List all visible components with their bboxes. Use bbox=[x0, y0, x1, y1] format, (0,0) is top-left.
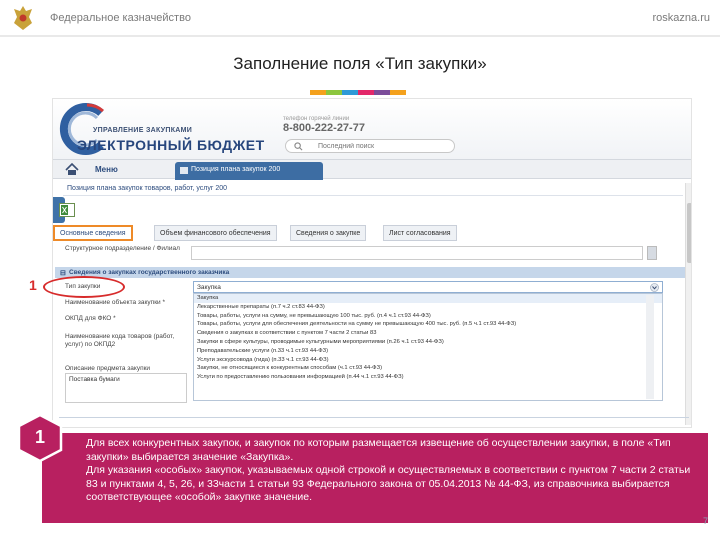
tab-approval-sheet[interactable]: Лист согласования bbox=[383, 225, 457, 241]
note-line-1: Для всех конкурентных закупок, и закупок… bbox=[86, 437, 671, 463]
tab-financial-volume[interactable]: Объем финансового обеспечения bbox=[154, 225, 277, 241]
app-header: УПРАВЛЕНИЕ ЗАКУПКАМИ ЭЛЕКТРОННЫЙ БЮДЖЕТ … bbox=[53, 99, 691, 159]
collapse-icon[interactable]: ⊟ bbox=[60, 269, 66, 277]
page-scrollbar-thumb[interactable] bbox=[687, 203, 691, 263]
color-strip-segment bbox=[342, 90, 358, 95]
description-textarea[interactable]: Поставка бумаги bbox=[65, 373, 187, 403]
page-number: 7 bbox=[702, 516, 708, 526]
open-document-tab[interactable]: Позиция плана закупок 200 bbox=[175, 162, 323, 180]
description-label: Описание предмета закупки bbox=[65, 365, 151, 372]
brand-subtitle: УПРАВЛЕНИЕ ЗАКУПКАМИ bbox=[93, 127, 193, 134]
site-url[interactable]: roskazna.ru bbox=[653, 12, 710, 24]
open-document-tab-label: Позиция плана закупок 200 bbox=[191, 166, 281, 173]
color-strip-segment bbox=[374, 90, 390, 95]
color-strip-segment bbox=[390, 90, 406, 95]
color-strip-segment bbox=[326, 90, 342, 95]
color-strip-segment bbox=[310, 90, 326, 95]
header-divider bbox=[0, 35, 720, 37]
form-bottom-divider bbox=[59, 417, 689, 418]
note-line-2: Для указания «особых» закупок, указываем… bbox=[86, 464, 691, 503]
document-tab-icon bbox=[180, 167, 188, 174]
menu-button[interactable]: Меню bbox=[95, 165, 118, 174]
search-icon[interactable] bbox=[294, 142, 303, 151]
slide-header: Федеральное казначейство roskazna.ru bbox=[0, 0, 720, 38]
app-screenshot: УПРАВЛЕНИЕ ЗАКУПКАМИ ЭЛЕКТРОННЫЙ БЮДЖЕТ … bbox=[52, 98, 692, 428]
object-name-label: Наименование объекта закупки * bbox=[65, 299, 165, 306]
structure-unit-clear-button[interactable] bbox=[647, 246, 657, 260]
slide-title: Заполнение поля «Тип закупки» bbox=[233, 54, 487, 73]
callout-ellipse bbox=[43, 276, 125, 298]
dropdown-scrollbar[interactable] bbox=[646, 295, 654, 399]
section-header[interactable]: ⊟ Сведения о закупках государственного з… bbox=[55, 267, 691, 278]
plan-code-label: Наименование кода товаров (работ, услуг)… bbox=[65, 333, 175, 348]
emblem-icon bbox=[14, 6, 32, 30]
color-strip-segment bbox=[358, 90, 374, 95]
dropdown-option[interactable]: Услуги экскурсовода (гида) (п.33 ч.1 ст.… bbox=[194, 356, 662, 365]
color-strip bbox=[310, 90, 406, 95]
dropdown-option[interactable]: Товары, работы, услуги для обеспечения д… bbox=[194, 320, 662, 329]
document-title: Позиция плана закупок товаров, работ, ус… bbox=[67, 185, 228, 192]
dropdown-option[interactable]: Закупки в сфере культуры, проводимые кул… bbox=[194, 338, 662, 347]
structure-unit-label: Структурное подразделение / Филиал bbox=[65, 245, 180, 252]
callout-number: 1 bbox=[29, 277, 37, 293]
nav-bar: Меню Позиция плана закупок 200 bbox=[53, 159, 691, 180]
dropdown-option[interactable]: Лекарственные препараты (п.7 ч.2 ст.83 4… bbox=[194, 303, 662, 312]
tab-purchase-info[interactable]: Сведения о закупке bbox=[290, 225, 367, 241]
okpd-label: ОКПД для ФКО * bbox=[65, 315, 116, 322]
note-text: Для всех конкурентных закупок, и закупок… bbox=[86, 437, 700, 505]
section-title: Сведения о закупках государственного зак… bbox=[69, 269, 230, 276]
dropdown-option[interactable]: Преподавательские услуги (п.33 ч.1 ст.93… bbox=[194, 347, 662, 356]
purchase-type-dropdown-list: Закупка Лекарственные препараты (п.7 ч.2 … bbox=[193, 293, 663, 401]
structure-unit-field[interactable] bbox=[191, 246, 643, 260]
dropdown-option[interactable]: Закупки, не относящиеся к конкурентным с… bbox=[194, 364, 662, 373]
dropdown-option[interactable]: Сведения о закупках в соответствии с пун… bbox=[194, 329, 662, 338]
form-tabs: Основные сведения Объем финансового обес… bbox=[53, 223, 691, 243]
dropdown-option[interactable]: Услуги по предоставлению пользования инф… bbox=[194, 373, 662, 382]
chevron-down-icon[interactable] bbox=[650, 283, 659, 292]
search-input[interactable] bbox=[318, 141, 448, 152]
header-search[interactable] bbox=[285, 139, 455, 153]
note-badge-number: 1 bbox=[34, 427, 45, 447]
home-icon[interactable] bbox=[65, 163, 79, 176]
document-title-divider bbox=[63, 195, 683, 196]
excel-export-icon[interactable] bbox=[59, 203, 75, 217]
hotline-phone: 8-800-222-27-77 bbox=[283, 122, 365, 134]
page-scrollbar[interactable] bbox=[685, 183, 691, 425]
purchase-type-select[interactable]: Закупка bbox=[193, 281, 663, 293]
tab-general-info[interactable]: Основные сведения bbox=[53, 225, 133, 241]
dropdown-option[interactable]: Закупка bbox=[194, 294, 662, 303]
org-name: Федеральное казначейство bbox=[50, 12, 191, 24]
brand-title: ЭЛЕКТРОННЫЙ БЮДЖЕТ bbox=[77, 137, 265, 153]
dropdown-option[interactable]: Товары, работы, услуги на сумму, не прев… bbox=[194, 312, 662, 321]
